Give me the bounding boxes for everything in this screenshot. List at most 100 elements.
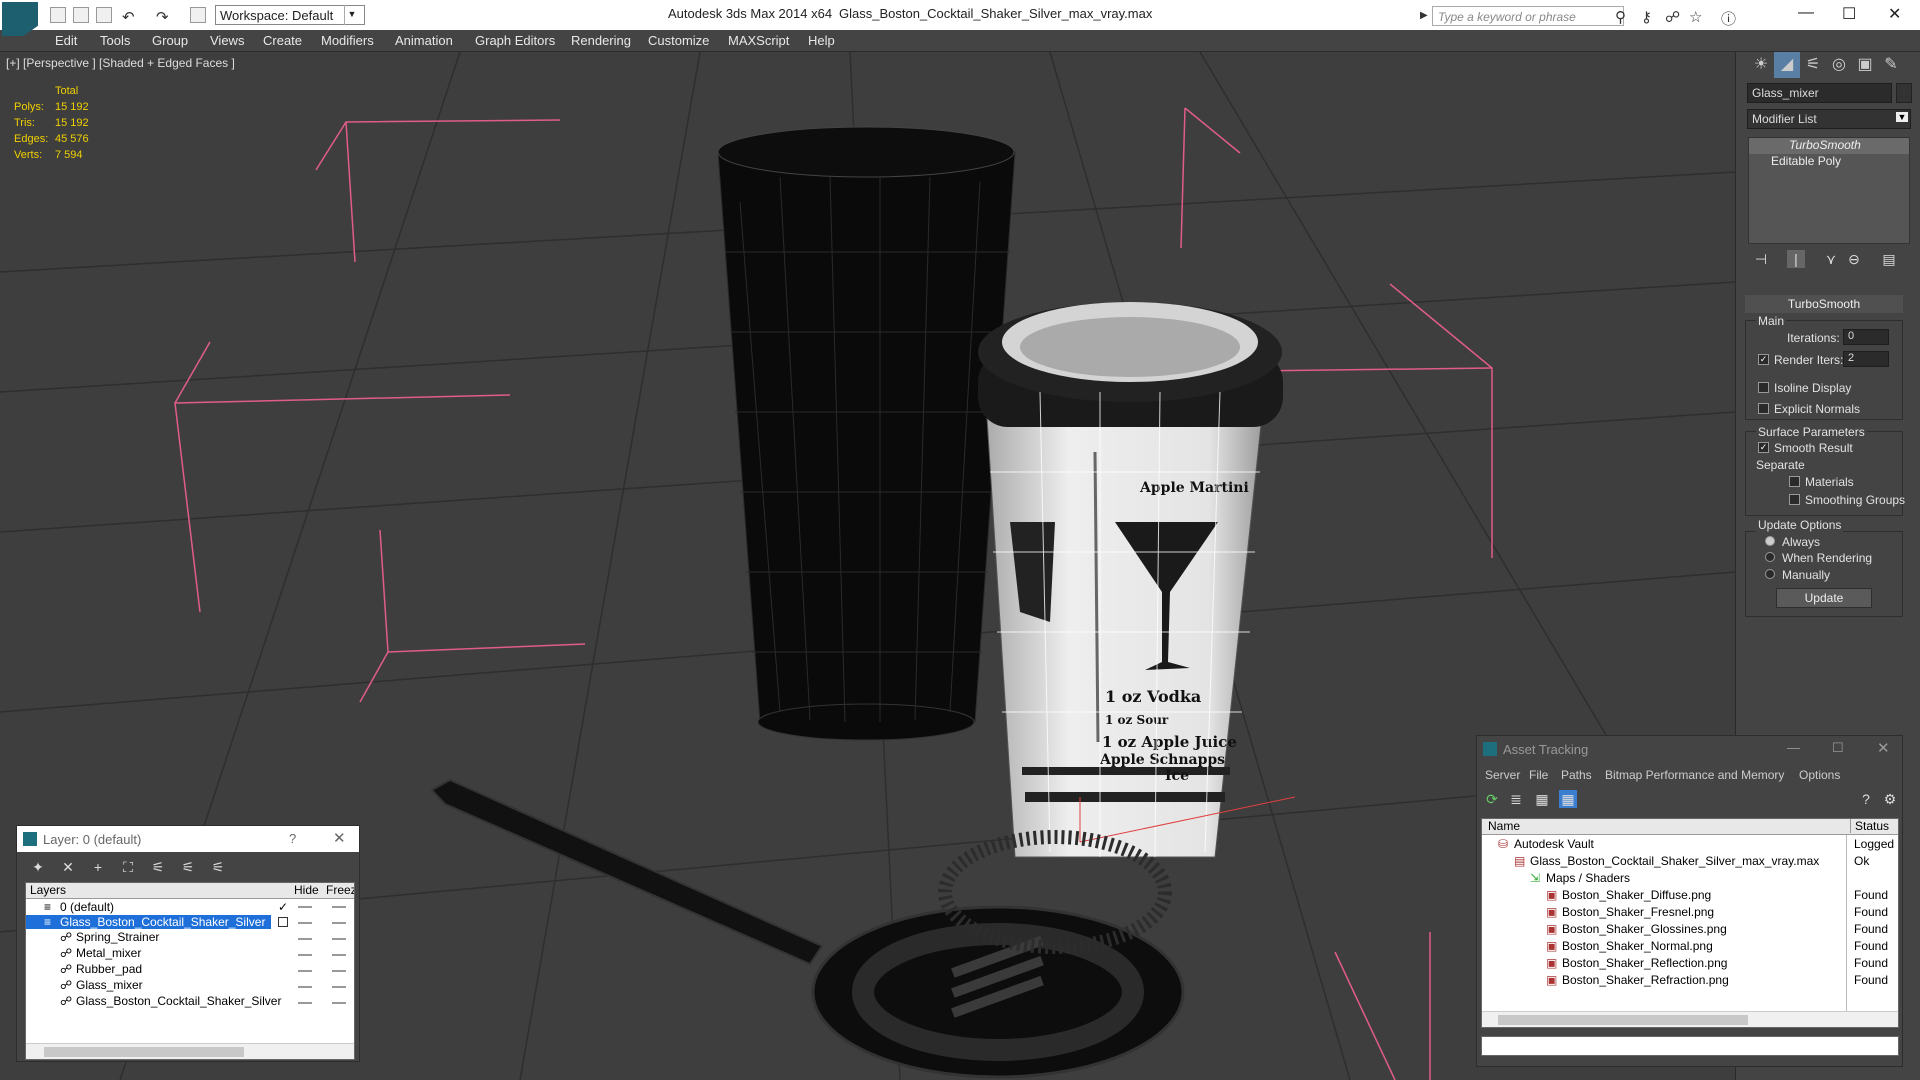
- hide-toggle[interactable]: [298, 954, 312, 956]
- object-row[interactable]: ☍ Glass_Boston_Cocktail_Shaker_Silver: [26, 994, 354, 1008]
- freeze-toggle[interactable]: [332, 922, 346, 924]
- menu-modifiers[interactable]: Modifiers: [321, 33, 374, 48]
- freeze-toggle[interactable]: [332, 954, 346, 956]
- hide-toggle[interactable]: [298, 922, 312, 924]
- binoculars-icon[interactable]: ⚲: [1615, 8, 1626, 26]
- menu-bitmap-performance[interactable]: Bitmap Performance and Memory: [1605, 768, 1784, 782]
- display-tab-icon[interactable]: ▣: [1852, 52, 1878, 78]
- settings-icon[interactable]: ⚙: [1881, 790, 1899, 808]
- freeze-toggle[interactable]: [332, 938, 346, 940]
- save-file-icon[interactable]: [96, 7, 112, 23]
- hide-toggle[interactable]: [298, 986, 312, 988]
- add-to-layer-icon[interactable]: +: [89, 858, 107, 876]
- object-row[interactable]: ☍ Metal_mixer: [26, 946, 354, 960]
- delete-layer-icon[interactable]: ✕: [59, 858, 77, 876]
- undo-icon[interactable]: ↶: [122, 8, 135, 26]
- close-icon[interactable]: ✕: [1888, 4, 1901, 24]
- stack-item-editable-poly[interactable]: Editable Poly: [1749, 154, 1909, 170]
- freeze-toggle[interactable]: [332, 970, 346, 972]
- when-rendering-radio[interactable]: [1765, 552, 1775, 562]
- help-icon[interactable]: ?: [1857, 790, 1875, 808]
- col-name[interactable]: Name: [1488, 819, 1520, 833]
- key-icon[interactable]: ⚷: [1641, 8, 1652, 26]
- modifier-stack[interactable]: TurboSmooth Editable Poly: [1748, 137, 1910, 244]
- menu-rendering[interactable]: Rendering: [571, 33, 631, 48]
- col-status[interactable]: Status: [1850, 819, 1889, 833]
- col-hide[interactable]: Hide: [294, 883, 319, 897]
- workspace-dropdown[interactable]: Workspace: Default: [215, 5, 365, 25]
- table-view-icon[interactable]: ▦: [1533, 790, 1551, 808]
- update-button[interactable]: Update: [1776, 588, 1872, 608]
- asset-row[interactable]: ▣ Boston_Shaker_Glossines.png Found: [1482, 922, 1898, 936]
- pin-stack-icon[interactable]: ⊣: [1752, 250, 1770, 268]
- hide-toggle[interactable]: [298, 938, 312, 940]
- stack-item-turbosmooth[interactable]: TurboSmooth: [1749, 138, 1909, 154]
- menu-views[interactable]: Views: [210, 33, 244, 48]
- freeze-all-icon[interactable]: ⚟: [209, 858, 227, 876]
- show-end-result-icon[interactable]: |: [1787, 250, 1805, 268]
- asset-window-titlebar[interactable]: Asset Tracking — ☐ ✕: [1477, 736, 1902, 762]
- maximize-icon[interactable]: ☐: [1832, 740, 1844, 756]
- asset-row[interactable]: ▣ Boston_Shaker_Refraction.png Found: [1482, 973, 1898, 987]
- layer-window-titlebar[interactable]: Layer: 0 (default) ? ✕: [17, 826, 359, 852]
- hide-toggle[interactable]: [298, 906, 312, 908]
- explicit-normals-checkbox[interactable]: [1758, 403, 1769, 414]
- asset-row[interactable]: ▤ Glass_Boston_Cocktail_Shaker_Silver_max…: [1482, 854, 1898, 868]
- menu-options[interactable]: Options: [1799, 768, 1840, 782]
- close-icon[interactable]: ✕: [1877, 739, 1890, 757]
- make-unique-icon[interactable]: ⋎: [1822, 250, 1840, 268]
- menu-graph-editors[interactable]: Graph Editors: [475, 33, 555, 48]
- create-tab-icon[interactable]: ☀: [1748, 52, 1774, 78]
- object-color-swatch[interactable]: [1896, 83, 1912, 103]
- asset-row[interactable]: ⇲ Maps / Shaders: [1482, 871, 1898, 885]
- refresh-icon[interactable]: ⟳: [1483, 790, 1501, 808]
- create-layer-icon[interactable]: ✦: [29, 858, 47, 876]
- chevron-down-icon[interactable]: ▼: [344, 5, 359, 25]
- menu-tools[interactable]: Tools: [100, 33, 130, 48]
- isoline-display-checkbox[interactable]: [1758, 382, 1769, 393]
- asset-row[interactable]: ▣ Boston_Shaker_Reflection.png Found: [1482, 956, 1898, 970]
- smoothing-groups-checkbox[interactable]: [1789, 494, 1800, 505]
- object-name-field[interactable]: Glass_mixer: [1747, 83, 1892, 103]
- manually-radio[interactable]: [1765, 569, 1775, 579]
- object-row[interactable]: ☍ Glass_mixer: [26, 978, 354, 992]
- remove-modifier-icon[interactable]: ⊖: [1845, 250, 1863, 268]
- motion-tab-icon[interactable]: ◎: [1826, 52, 1852, 78]
- menu-maxscript[interactable]: MAXScript: [728, 33, 789, 48]
- iterations-spinner[interactable]: 0: [1843, 329, 1889, 345]
- freeze-toggle[interactable]: [332, 1002, 346, 1004]
- menu-animation[interactable]: Animation: [395, 33, 453, 48]
- communication-icon[interactable]: ☍: [1665, 8, 1680, 26]
- new-file-icon[interactable]: [50, 7, 66, 23]
- menu-group[interactable]: Group: [152, 33, 188, 48]
- close-icon[interactable]: ✕: [333, 829, 346, 847]
- open-file-icon[interactable]: [73, 7, 89, 23]
- highlight-layer-icon[interactable]: ⚟: [149, 858, 167, 876]
- select-objects-icon[interactable]: ⛶: [119, 858, 137, 876]
- object-row[interactable]: ☍ Spring_Strainer: [26, 930, 354, 944]
- horizontal-scrollbar[interactable]: [1482, 1011, 1898, 1027]
- hide-toggle[interactable]: [298, 970, 312, 972]
- hide-all-icon[interactable]: ⚟: [179, 858, 197, 876]
- modify-tab-icon[interactable]: ◢: [1774, 52, 1800, 78]
- utilities-tab-icon[interactable]: ✎: [1878, 52, 1904, 78]
- asset-row[interactable]: ▣ Boston_Shaker_Fresnel.png Found: [1482, 905, 1898, 919]
- project-folder-icon[interactable]: [190, 7, 206, 23]
- menu-create[interactable]: Create: [263, 33, 302, 48]
- freeze-toggle[interactable]: [332, 986, 346, 988]
- horizontal-scrollbar[interactable]: [26, 1043, 354, 1059]
- grid-view-icon[interactable]: ▦: [1559, 790, 1577, 808]
- help-icon[interactable]: ⓘ: [1721, 8, 1736, 29]
- help-icon[interactable]: ?: [289, 831, 296, 846]
- render-iters-spinner[interactable]: 2: [1843, 351, 1889, 367]
- menu-edit[interactable]: Edit: [55, 33, 77, 48]
- menu-file[interactable]: File: [1529, 768, 1548, 782]
- asset-row[interactable]: ▣ Boston_Shaker_Normal.png Found: [1482, 939, 1898, 953]
- search-expand-icon[interactable]: ▶: [1420, 10, 1428, 21]
- asset-path-field[interactable]: [1481, 1036, 1899, 1056]
- col-freeze[interactable]: Freeze: [326, 883, 354, 897]
- menu-paths[interactable]: Paths: [1561, 768, 1592, 782]
- render-iters-checkbox[interactable]: ✓: [1758, 354, 1769, 365]
- materials-checkbox[interactable]: [1789, 476, 1800, 487]
- freeze-toggle[interactable]: [332, 906, 346, 908]
